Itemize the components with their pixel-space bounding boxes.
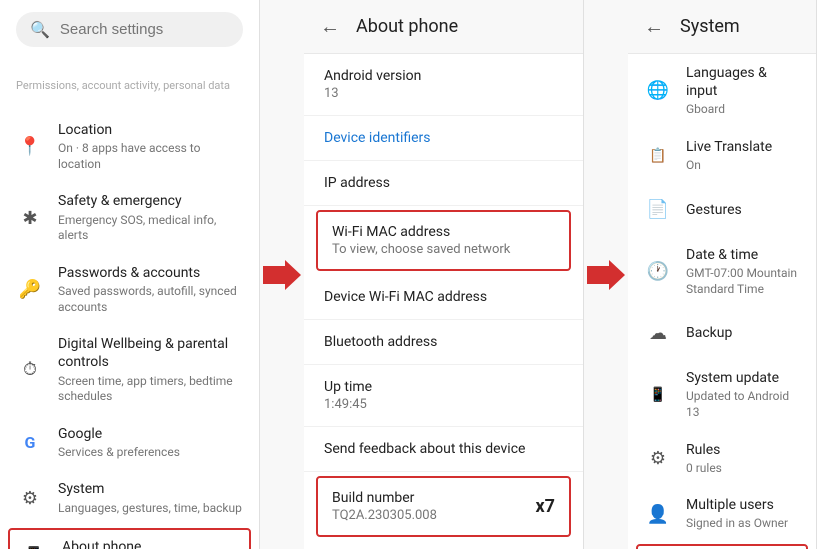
ip-address-item[interactable]: IP address	[304, 161, 583, 206]
multiple-users-title: Multiple users	[686, 496, 800, 514]
send-feedback-item[interactable]: Send feedback about this device	[304, 427, 583, 472]
sidebar-item-system[interactable]: ⚙ System Languages, gestures, time, back…	[0, 470, 259, 526]
system-update-title: System update	[686, 369, 800, 387]
send-feedback-label: Send feedback about this device	[324, 441, 563, 457]
location-icon: 📍	[16, 133, 44, 161]
languages-subtitle: Gboard	[686, 102, 800, 118]
sidebar-item-safety[interactable]: ✱ Safety & emergency Emergency SOS, medi…	[0, 182, 259, 253]
safety-title: Safety & emergency	[58, 192, 243, 210]
device-wifi-mac-label: Device Wi-Fi MAC address	[324, 289, 563, 305]
android-version-value: 13	[324, 86, 563, 101]
search-input[interactable]	[60, 21, 229, 38]
middle-panel: ← About phone Android version 13 Device …	[304, 0, 584, 549]
gestures-title: Gestures	[686, 201, 800, 219]
sidebar-item-about-phone[interactable]: 📱 About phone Pixel 7	[8, 528, 251, 549]
uptime-value: 1:49:45	[324, 397, 563, 412]
arrow-2-container	[584, 0, 628, 549]
passwords-icon: 🔑	[16, 275, 44, 303]
arrow-1-container	[260, 0, 304, 549]
system-update-subtitle: Updated to Android 13	[686, 389, 800, 420]
rules-title: Rules	[686, 441, 800, 459]
wifi-mac-value: To view, choose saved network	[332, 242, 555, 257]
back-arrow-icon[interactable]: ←	[320, 14, 340, 39]
build-number-label: Build number	[332, 490, 528, 506]
sys-item-developer-options[interactable]: {} Developer options	[636, 544, 808, 549]
digital-wellbeing-subtitle: Screen time, app timers, bedtime schedul…	[58, 374, 243, 405]
backup-title: Backup	[686, 324, 800, 342]
digital-wellbeing-icon: ⏱	[16, 356, 44, 384]
system-subtitle: Languages, gestures, time, backup	[58, 501, 243, 517]
safety-subtitle: Emergency SOS, medical info, alerts	[58, 213, 243, 244]
sys-item-languages[interactable]: 🌐 Languages & input Gboard	[628, 54, 816, 128]
location-subtitle: On · 8 apps have access to location	[58, 141, 243, 172]
google-subtitle: Services & preferences	[58, 445, 243, 461]
live-translate-title: Live Translate	[686, 138, 800, 156]
about-phone-panel-title: About phone	[356, 16, 458, 37]
wifi-mac-item[interactable]: Wi-Fi MAC address To view, choose saved …	[316, 210, 571, 271]
build-number-item[interactable]: Build number TQ2A.230305.008 x7	[316, 476, 571, 537]
sys-item-live-translate[interactable]: 📋 Live Translate On	[628, 128, 816, 184]
build-number-badge: x7	[536, 496, 556, 517]
right-arrow-1-icon	[263, 260, 301, 290]
live-translate-icon: 📋	[644, 142, 672, 170]
ip-address-label: IP address	[324, 175, 563, 191]
sys-item-backup[interactable]: ☁ Backup	[628, 307, 816, 359]
date-time-icon: 🕐	[644, 257, 672, 285]
about-phone-header: ← About phone	[304, 0, 583, 54]
safety-icon: ✱	[16, 204, 44, 232]
sidebar-item-digital-wellbeing[interactable]: ⏱ Digital Wellbeing & parental controls …	[0, 325, 259, 415]
passwords-title: Passwords & accounts	[58, 264, 243, 282]
system-header: ← System	[628, 0, 816, 54]
uptime-label: Up time	[324, 379, 563, 395]
google-icon: G	[16, 429, 44, 457]
backup-icon: ☁	[644, 319, 672, 347]
android-version-item[interactable]: Android version 13	[304, 54, 583, 116]
system-panel-title: System	[680, 16, 740, 37]
multiple-users-icon: 👤	[644, 500, 672, 528]
device-identifiers-label: Device identifiers	[324, 130, 563, 146]
digital-wellbeing-title: Digital Wellbeing & parental controls	[58, 335, 243, 371]
right-arrow-2-icon	[587, 260, 625, 290]
live-translate-subtitle: On	[686, 158, 800, 174]
google-title: Google	[58, 425, 243, 443]
location-title: Location	[58, 121, 243, 139]
rules-subtitle: 0 rules	[686, 461, 800, 477]
android-version-label: Android version	[324, 68, 563, 84]
sidebar-item-location[interactable]: 📍 Location On · 8 apps have access to lo…	[0, 111, 259, 182]
sys-item-rules[interactable]: ⚙ Rules 0 rules	[628, 431, 816, 487]
system-title: System	[58, 480, 243, 498]
left-panel: 🔍 Permissions, account activity, persona…	[0, 0, 260, 549]
uptime-item[interactable]: Up time 1:49:45	[304, 365, 583, 427]
system-back-arrow-icon[interactable]: ←	[644, 14, 664, 39]
device-identifiers-item[interactable]: Device identifiers	[304, 116, 583, 161]
sys-item-multiple-users[interactable]: 👤 Multiple users Signed in as Owner	[628, 486, 816, 542]
right-panel: ← System 🌐 Languages & input Gboard 📋 Li…	[628, 0, 817, 549]
build-number-value: TQ2A.230305.008	[332, 508, 528, 523]
sys-item-system-update[interactable]: 📱 System update Updated to Android 13	[628, 359, 816, 430]
sys-item-date-time[interactable]: 🕐 Date & time GMT-07:00 Mountain Standar…	[628, 236, 816, 307]
system-icon: ⚙	[16, 484, 44, 512]
search-bar[interactable]: 🔍	[16, 12, 243, 47]
rules-icon: ⚙	[644, 444, 672, 472]
date-time-title: Date & time	[686, 246, 800, 264]
list-item-top-clipped[interactable]: Permissions, account activity, personal …	[0, 59, 259, 111]
about-phone-title: About phone	[62, 538, 239, 549]
languages-icon: 🌐	[644, 77, 672, 105]
date-time-subtitle: GMT-07:00 Mountain Standard Time	[686, 266, 800, 297]
languages-title: Languages & input	[686, 64, 800, 100]
search-icon: 🔍	[30, 20, 50, 39]
bluetooth-item[interactable]: Bluetooth address	[304, 320, 583, 365]
wifi-mac-label: Wi-Fi MAC address	[332, 224, 555, 240]
gestures-icon: 📄	[644, 196, 672, 224]
bluetooth-label: Bluetooth address	[324, 334, 563, 350]
sidebar-item-google[interactable]: G Google Services & preferences	[0, 415, 259, 471]
sidebar-item-passwords[interactable]: 🔑 Passwords & accounts Saved passwords, …	[0, 254, 259, 325]
multiple-users-subtitle: Signed in as Owner	[686, 516, 800, 532]
passwords-subtitle: Saved passwords, autofill, synced accoun…	[58, 284, 243, 315]
system-update-icon: 📱	[644, 381, 672, 409]
device-wifi-mac-item[interactable]: Device Wi-Fi MAC address	[304, 275, 583, 320]
about-phone-icon: 📱	[20, 542, 48, 549]
sys-item-gestures[interactable]: 📄 Gestures	[628, 184, 816, 236]
